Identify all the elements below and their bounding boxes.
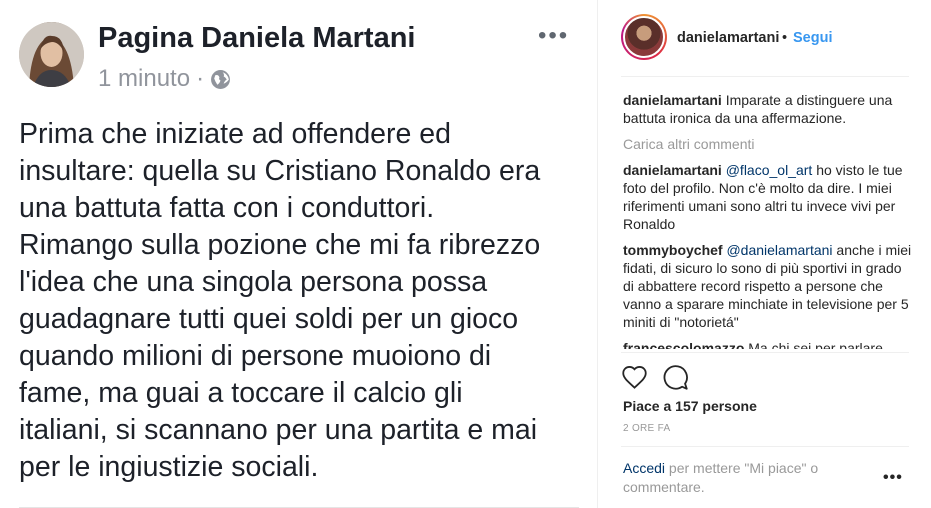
comment-username[interactable]: tommyboychef <box>623 242 723 258</box>
comment-item: danielamartani @flaco_ol_art ho visto le… <box>623 161 913 233</box>
divider <box>621 76 909 77</box>
comments-list[interactable]: danielamartani Imparate a distinguere un… <box>623 91 913 349</box>
post-meta: 1 minuto · <box>98 65 231 93</box>
comment-item: francescolomazzo Ma chi sei per parlare <box>623 339 913 349</box>
post-header: danielamartani • Segui <box>598 0 931 76</box>
login-link[interactable]: Accedi <box>623 460 665 476</box>
post-text-line: Prima che iniziate ad offendere ed <box>19 118 451 150</box>
post-text-line: per le ingiustizie sociali. <box>19 451 319 483</box>
avatar-image <box>623 16 665 58</box>
comment-username[interactable]: francescolomazzo <box>623 340 744 349</box>
post-text-line: una battuta fatta con i conduttori. <box>19 192 435 224</box>
divider <box>621 352 909 353</box>
instagram-panel: danielamartani • Segui danielamartani Im… <box>597 0 931 508</box>
comment-icon[interactable] <box>662 364 689 391</box>
page-avatar[interactable] <box>19 22 84 87</box>
comment-mention[interactable]: @danielamartani <box>726 242 832 258</box>
divider <box>621 446 909 447</box>
more-options-icon[interactable]: ••• <box>538 24 569 48</box>
comment-username[interactable]: danielamartani <box>623 162 722 178</box>
profile-avatar[interactable] <box>621 14 667 60</box>
post-text-line: fame, ma guai a toccare il calcio gli <box>19 377 463 409</box>
header-separator: • <box>782 30 788 46</box>
follow-button[interactable]: Segui <box>793 30 832 46</box>
facebook-post: Pagina Daniela Martani 1 minuto · ••• Pr… <box>0 0 597 508</box>
post-time: 2 ORE FA <box>623 423 671 434</box>
globe-icon[interactable] <box>210 69 231 90</box>
ellipsis-icon[interactable]: ••• <box>883 470 903 486</box>
post-text-line: guadagnare tutti quei soldi per un gioco <box>19 303 519 335</box>
action-bar <box>621 364 689 392</box>
comment-text: Ma chi sei per parlare <box>748 340 883 349</box>
post-text-line: italiani, si scannano per una partita e … <box>19 414 538 446</box>
meta-separator: · <box>196 65 205 92</box>
post-text-line: Rimango sulla pozione che mi fa ribrezzo <box>19 229 541 261</box>
comment-mention[interactable]: @flaco_ol_art <box>726 162 813 178</box>
heart-icon[interactable] <box>621 364 648 391</box>
post-text-line: l'idea che una singola persona possa <box>19 266 488 298</box>
post-text-line: quando milioni di persone muoiono di <box>19 340 492 372</box>
page-name[interactable]: Pagina Daniela Martani <box>98 22 416 55</box>
post-text-line: insultare: quella su Cristiano Ronaldo e… <box>19 155 541 187</box>
post-timestamp[interactable]: 1 minuto <box>98 65 190 93</box>
comment-username[interactable]: danielamartani <box>623 92 722 108</box>
likes-count[interactable]: Piace a 157 persone <box>623 398 757 414</box>
post-text: Prima che iniziate ad offendere ed insul… <box>19 116 594 486</box>
load-more-comments-link[interactable]: Carica altri commenti <box>623 135 913 153</box>
login-prompt: Accedi per mettere "Mi piace" o commenta… <box>623 459 853 497</box>
caption: danielamartani Imparate a distinguere un… <box>623 91 913 127</box>
comment-item: tommyboychef @danielamartani anche i mie… <box>623 241 913 331</box>
profile-username[interactable]: danielamartani <box>677 30 779 46</box>
